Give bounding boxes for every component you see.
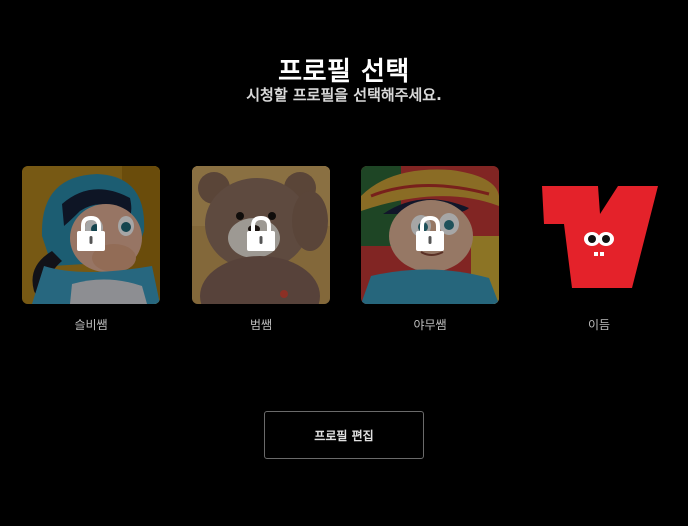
lock-icon xyxy=(77,216,105,251)
lock-icon xyxy=(247,216,275,251)
profile-name: 범쌤 xyxy=(249,318,273,332)
page-title: 프로필 선택 xyxy=(278,57,410,88)
avatar[interactable] xyxy=(530,166,668,304)
edit-profile-button[interactable]: 프로필 편집 xyxy=(264,411,424,459)
avatar[interactable] xyxy=(361,166,499,304)
profile-card-ideum[interactable]: 이듬 xyxy=(530,166,668,336)
profile-name: 이듬 xyxy=(587,318,611,332)
avatar[interactable] xyxy=(22,166,160,304)
profile-card-seulbi[interactable]: 슬비쌤 xyxy=(22,166,160,336)
lock-icon xyxy=(416,216,444,251)
avatar[interactable] xyxy=(192,166,330,304)
profile-name: 야무쌤 xyxy=(413,318,447,332)
profile-card-beom[interactable]: 범쌤 xyxy=(192,166,330,336)
profile-name: 슬비쌤 xyxy=(74,318,108,332)
page-subtitle: 시청할 프로필을 선택해주세요. xyxy=(246,86,442,104)
profile-card-yamu[interactable]: 야무쌤 xyxy=(361,166,499,336)
profile-list: 슬비쌤 범쌤 야무쌤 이듬 xyxy=(22,166,672,346)
red-v-logo xyxy=(530,166,668,304)
